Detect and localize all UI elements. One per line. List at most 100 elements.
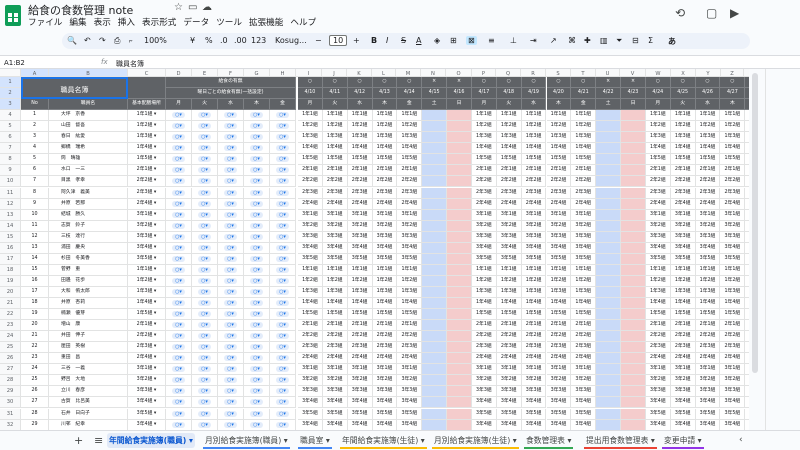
date-cell[interactable]: [422, 154, 448, 166]
date-cell[interactable]: 3年2組: [397, 375, 423, 387]
column-header[interactable]: Y: [696, 69, 721, 77]
date-cell[interactable]: 2年2組: [372, 331, 398, 343]
date-cell[interactable]: 3年2組: [298, 220, 323, 232]
weekday-toggle-chip[interactable]: ○▾: [250, 222, 263, 229]
weekday-toggle[interactable]: ○▾: [192, 121, 218, 133]
date-cell[interactable]: 2年1組: [397, 165, 423, 177]
weekday-toggle[interactable]: ○▾: [270, 298, 296, 310]
date-cell[interactable]: 3年4組: [670, 419, 696, 430]
weekday-toggle[interactable]: ○▾: [166, 231, 192, 243]
date-cell[interactable]: [422, 320, 448, 332]
weekday-toggle[interactable]: ○▾: [270, 320, 296, 332]
date-cell[interactable]: 2年3組: [670, 342, 696, 354]
weekday-toggle[interactable]: ○▾: [244, 165, 270, 177]
date-cell[interactable]: 3年1組: [372, 209, 398, 221]
weekday-toggle[interactable]: ○▾: [192, 386, 218, 398]
date-cell[interactable]: 1年4組: [397, 143, 423, 155]
date-cell[interactable]: 3年3組: [571, 386, 597, 398]
date-cell[interactable]: 3年1組: [298, 209, 323, 221]
weekday-toggle-chip[interactable]: ○▾: [276, 266, 289, 273]
date-cell[interactable]: 2年2組: [521, 331, 547, 343]
more-formats-button[interactable]: 123: [251, 36, 266, 45]
date-cell[interactable]: 2年4組: [720, 353, 746, 365]
paint-format-icon[interactable]: ⟔: [129, 36, 133, 46]
chevron-down-icon[interactable]: ▾: [152, 223, 156, 228]
date-cell[interactable]: 3年2組: [372, 375, 398, 387]
weekday-toggle[interactable]: ○▾: [218, 143, 244, 155]
date-cell[interactable]: [621, 309, 646, 321]
date-cell[interactable]: 3年1組: [670, 209, 696, 221]
location-dropdown[interactable]: 1年5組 ▾: [128, 309, 166, 321]
weekday-toggle-chip[interactable]: ○▾: [198, 377, 211, 384]
date-cell[interactable]: 1年3組: [322, 286, 348, 298]
name-cell[interactable]: 志賀 鈴子: [49, 220, 128, 232]
date-cell[interactable]: 3年5組: [397, 408, 423, 420]
no-cell[interactable]: 28: [21, 408, 49, 420]
date-cell[interactable]: [447, 121, 472, 133]
date-cell[interactable]: 1年2組: [670, 275, 696, 287]
weekday-toggle[interactable]: ○▾: [270, 353, 296, 365]
sheet-tab[interactable]: 食数管理表 ▾: [524, 433, 574, 449]
chevron-down-icon[interactable]: ▾: [152, 267, 156, 272]
date-cell[interactable]: 3年2組: [496, 375, 522, 387]
date-cell[interactable]: 1年5組: [670, 309, 696, 321]
weekday-toggle[interactable]: ○▾: [218, 353, 244, 365]
date-cell[interactable]: 1年4組: [322, 143, 348, 155]
date-cell[interactable]: 1年4組: [372, 298, 398, 310]
date-cell[interactable]: 2年1組: [546, 165, 572, 177]
text-wrap-icon[interactable]: ⇥: [530, 36, 537, 45]
weekday-toggle[interactable]: ○▾: [218, 220, 244, 232]
no-cell[interactable]: 20: [21, 320, 49, 332]
column-header[interactable]: Q: [496, 69, 521, 77]
date-cell[interactable]: 2年4組: [496, 198, 522, 210]
row-header[interactable]: 22: [0, 309, 21, 321]
currency-format-button[interactable]: ¥: [190, 36, 195, 45]
no-cell[interactable]: 2: [21, 121, 49, 133]
date-cell[interactable]: 3年5組: [496, 253, 522, 265]
date-cell[interactable]: [447, 331, 472, 343]
weekday-toggle[interactable]: ○▾: [218, 408, 244, 420]
percent-format-button[interactable]: %: [205, 36, 213, 45]
date-cell[interactable]: 2年2組: [496, 331, 522, 343]
row-header[interactable]: 19: [0, 275, 21, 287]
weekday-toggle[interactable]: ○▾: [218, 320, 244, 332]
date-cell[interactable]: [621, 286, 646, 298]
date-cell[interactable]: 1年1組: [720, 264, 746, 276]
date-cell[interactable]: 3年4組: [322, 397, 348, 409]
date-cell[interactable]: 1年4組: [670, 143, 696, 155]
add-sheet-button[interactable]: +: [72, 433, 85, 448]
date-cell[interactable]: 3年4組: [471, 242, 497, 254]
weekday-toggle[interactable]: ○▾: [218, 397, 244, 409]
date-cell[interactable]: 3年3組: [521, 231, 547, 243]
date-cell[interactable]: [596, 165, 622, 177]
date-cell[interactable]: 1年2組: [695, 275, 721, 287]
chevron-down-icon[interactable]: ▾: [152, 333, 156, 338]
date-cell[interactable]: 1年5組: [645, 309, 671, 321]
weekday-toggle[interactable]: ○▾: [270, 286, 296, 298]
weekday-toggle-chip[interactable]: ○▾: [172, 112, 185, 119]
date-cell[interactable]: [596, 132, 622, 144]
name-cell[interactable]: 三谷 一義: [49, 364, 128, 376]
column-header[interactable]: X: [671, 69, 696, 77]
weekday-toggle-chip[interactable]: ○▾: [276, 134, 289, 141]
weekday-toggle-chip[interactable]: ○▾: [276, 145, 289, 152]
weekday-toggle[interactable]: ○▾: [244, 320, 270, 332]
weekday-toggle[interactable]: ○▾: [270, 309, 296, 321]
row-header[interactable]: 14: [0, 220, 21, 232]
date-cell[interactable]: 2年4組: [372, 198, 398, 210]
weekday-toggle-chip[interactable]: ○▾: [198, 355, 211, 362]
weekday-toggle[interactable]: ○▾: [270, 253, 296, 265]
weekday-toggle-chip[interactable]: ○▾: [172, 333, 185, 340]
date-cell[interactable]: 1年4組: [546, 298, 572, 310]
weekday-toggle[interactable]: ○▾: [270, 143, 296, 155]
name-cell[interactable]: 大坪 京香: [49, 110, 128, 122]
location-dropdown[interactable]: 3年1組 ▾: [128, 364, 166, 376]
weekday-toggle[interactable]: ○▾: [218, 187, 244, 199]
date-cell[interactable]: 3年3組: [347, 386, 373, 398]
date-cell[interactable]: 1年4組: [372, 143, 398, 155]
column-header[interactable]: T: [571, 69, 596, 77]
date-cell[interactable]: [621, 231, 646, 243]
weekday-toggle-chip[interactable]: ○▾: [276, 311, 289, 318]
date-cell[interactable]: [422, 110, 448, 122]
weekday-toggle[interactable]: ○▾: [192, 320, 218, 332]
